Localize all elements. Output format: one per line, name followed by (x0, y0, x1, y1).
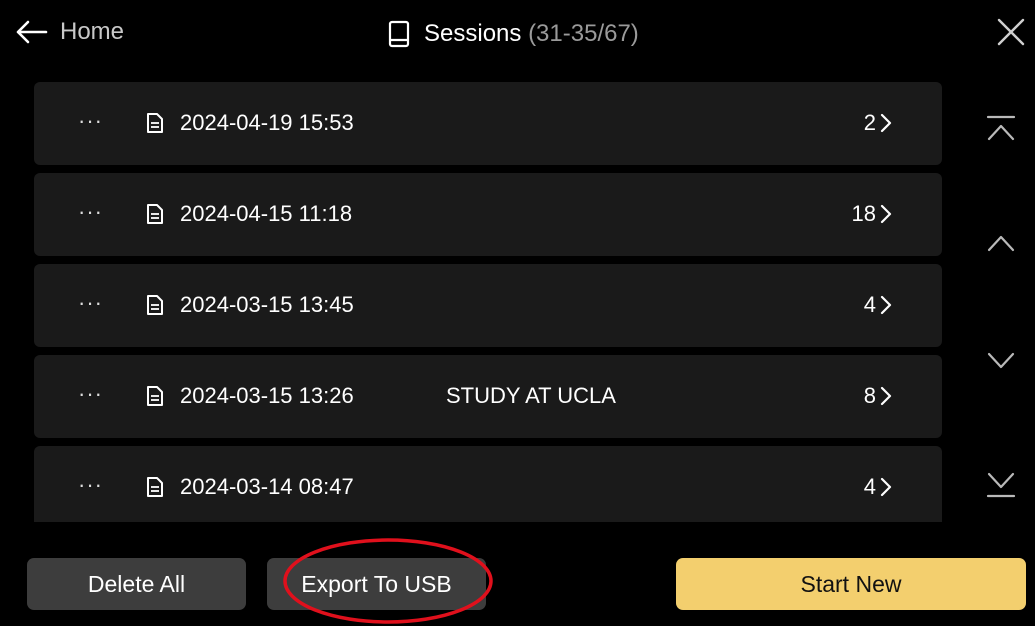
chevron-right-icon (880, 204, 892, 224)
session-count: 2 (863, 110, 876, 135)
close-button[interactable] (997, 18, 1025, 51)
document-icon (147, 113, 163, 133)
session-count: 8 (863, 383, 876, 408)
document-icon (147, 386, 163, 406)
back-label: Home (60, 18, 125, 45)
session-count: 4 (863, 474, 876, 499)
chevron-up-icon (987, 235, 1015, 252)
annotation-ellipse (283, 538, 493, 624)
session-row[interactable]: ··· 2024-04-19 15:53 2 (34, 82, 942, 165)
book-icon (388, 20, 410, 48)
row-menu-button[interactable]: ··· (78, 290, 103, 316)
chevron-right-icon (880, 477, 892, 497)
back-home-button[interactable]: Home (14, 18, 124, 46)
chevron-right-icon (880, 113, 892, 133)
page-title: Sessions (31-35/67) (388, 20, 639, 48)
session-count: 18 (851, 201, 876, 226)
chevron-up-bar-icon (986, 115, 1016, 141)
document-icon (147, 295, 163, 315)
delete-all-button[interactable]: Delete All (27, 558, 246, 610)
title-text: Sessions (424, 20, 522, 47)
start-new-button[interactable]: Start New (676, 558, 1026, 610)
session-row[interactable]: ··· 2024-03-14 08:47 4 (34, 446, 942, 522)
session-date: 2024-03-15 13:45 (180, 292, 354, 317)
scroll-up-button[interactable] (985, 232, 1017, 259)
scroll-down-button[interactable] (985, 350, 1017, 377)
close-icon (997, 18, 1025, 46)
chevron-right-icon (880, 295, 892, 315)
chevron-down-bar-icon (986, 472, 1016, 498)
chevron-right-icon (880, 386, 892, 406)
session-note: STUDY AT UCLA (446, 383, 616, 408)
header-bar: Home Sessions (31-35/67) (0, 0, 1035, 78)
session-row[interactable]: ··· 2024-03-15 13:26 STUDY AT UCLA 8 (34, 355, 942, 438)
session-date: 2024-04-19 15:53 (180, 110, 354, 135)
session-row[interactable]: ··· 2024-03-15 13:45 4 (34, 264, 942, 347)
session-count: 4 (863, 292, 876, 317)
scroll-to-top-button[interactable] (985, 112, 1017, 149)
row-menu-button[interactable]: ··· (78, 381, 103, 407)
row-menu-button[interactable]: ··· (78, 108, 103, 134)
arrow-left-icon (16, 20, 48, 44)
document-icon (147, 204, 163, 224)
session-list: ··· 2024-04-19 15:53 2 ··· 2024-04-15 11… (34, 82, 942, 522)
scroll-to-bottom-button[interactable] (985, 470, 1017, 507)
document-icon (147, 477, 163, 497)
session-date: 2024-03-15 13:26 (180, 383, 354, 408)
chevron-down-icon (987, 352, 1015, 369)
session-row[interactable]: ··· 2024-04-15 11:18 18 (34, 173, 942, 256)
session-date: 2024-04-15 11:18 (180, 201, 353, 226)
title-range: (31-35/67) (528, 20, 639, 47)
session-date: 2024-03-14 08:47 (180, 474, 354, 499)
row-menu-button[interactable]: ··· (78, 199, 103, 225)
row-menu-button[interactable]: ··· (78, 472, 103, 498)
